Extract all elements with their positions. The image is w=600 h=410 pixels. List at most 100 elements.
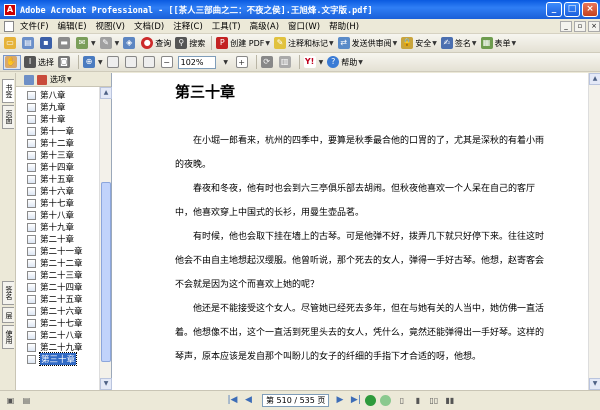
rotate-button[interactable]: ⟳ bbox=[260, 55, 276, 70]
tab-usage[interactable]: 使用 bbox=[2, 325, 14, 349]
single-page-layout-icon[interactable]: ▯ bbox=[395, 394, 408, 407]
document-view[interactable]: 第三十章 在小堀一郎看来，杭州的四季中，要算是秋季最合他的口胃的了，尤其是深秋的… bbox=[112, 73, 588, 390]
maximize-button[interactable]: □ bbox=[564, 2, 580, 17]
stop-button[interactable]: ● 查询 bbox=[140, 36, 172, 51]
zoom-level-field[interactable]: 102% bbox=[177, 55, 216, 69]
tab-pages[interactable]: 页面 bbox=[2, 105, 14, 129]
yahoo-button[interactable]: Y! ▼ bbox=[303, 55, 325, 70]
select-tool-button[interactable]: I 选择 bbox=[23, 55, 55, 70]
first-page-button[interactable]: |◀ bbox=[226, 394, 239, 407]
previous-page-button[interactable]: ◀ bbox=[242, 394, 255, 407]
hand-tool-button[interactable]: ✋ bbox=[3, 54, 21, 70]
continuous-facing-layout-icon[interactable]: ▮▮ bbox=[443, 394, 456, 407]
zoom-tool-button[interactable]: ⊕ ▼ bbox=[82, 55, 104, 70]
document-scrollbar[interactable]: ▲ ▼ bbox=[588, 73, 600, 390]
create-pdf-button[interactable]: P 创建 PDF ▼ bbox=[215, 36, 271, 51]
bookmark-page-icon bbox=[27, 198, 36, 208]
bookmark-item[interactable]: 第二十九章 bbox=[16, 341, 100, 353]
email-button[interactable]: ✉ ▼ bbox=[75, 36, 97, 51]
zoom-out-button[interactable]: − bbox=[160, 55, 176, 70]
menu-view[interactable]: 视图(V) bbox=[96, 20, 125, 32]
tab-signatures[interactable]: 签名 bbox=[2, 281, 14, 305]
scroll-up-arrow[interactable]: ▲ bbox=[100, 87, 112, 99]
bookmark-item[interactable]: 第十七章 bbox=[16, 197, 100, 209]
page-layout-button[interactable]: ▥ bbox=[278, 55, 294, 70]
print-button[interactable]: ▬ bbox=[57, 36, 73, 51]
bookmark-item[interactable]: 第二十四章 bbox=[16, 281, 100, 293]
bookmark-item[interactable]: 第十九章 bbox=[16, 221, 100, 233]
menu-file[interactable]: 文件(F) bbox=[20, 20, 49, 32]
zoom-in-button[interactable]: + bbox=[235, 55, 251, 70]
tab-bookmarks[interactable]: 书签 bbox=[2, 79, 14, 103]
continuous-layout-icon[interactable]: ▮ bbox=[411, 394, 424, 407]
menu-help[interactable]: 帮助(H) bbox=[329, 20, 359, 32]
bookmark-item[interactable]: 第二十三章 bbox=[16, 269, 100, 281]
menu-comments[interactable]: 注释(C) bbox=[173, 20, 203, 32]
open-button[interactable]: ▭ bbox=[3, 36, 19, 51]
minimize-button[interactable]: _ bbox=[546, 2, 562, 17]
menu-advanced[interactable]: 高级(A) bbox=[250, 20, 279, 32]
expand-icon[interactable]: ▤ bbox=[20, 394, 33, 407]
bookmark-item[interactable]: 第十五章 bbox=[16, 173, 100, 185]
secure-button[interactable]: ◈ bbox=[122, 36, 138, 51]
bookmark-label: 第十九章 bbox=[40, 223, 75, 233]
scroll-thumb[interactable] bbox=[101, 182, 111, 362]
bookmark-item[interactable]: 第三十章 bbox=[16, 352, 100, 366]
scroll-down-arrow[interactable]: ▼ bbox=[589, 378, 600, 390]
actual-size-button[interactable] bbox=[106, 55, 122, 70]
bookmark-item[interactable]: 第十二章 bbox=[16, 137, 100, 149]
help-button[interactable]: ? 帮助 ▼ bbox=[326, 55, 364, 70]
sign-pen-button[interactable]: ✎ ▼ bbox=[99, 36, 121, 51]
previous-view-icon[interactable] bbox=[365, 395, 377, 406]
bookmark-tools-icon[interactable] bbox=[24, 74, 34, 85]
security-button[interactable]: 🔒 安全 ▼ bbox=[400, 36, 438, 51]
menu-document[interactable]: 文档(D) bbox=[134, 20, 164, 32]
organizer-button[interactable]: ▤ bbox=[21, 36, 37, 51]
bookmark-options-button[interactable]: 选项 bbox=[50, 74, 66, 85]
bookmark-item[interactable]: 第十八章 bbox=[16, 209, 100, 221]
zoom-dropdown[interactable]: ▼ bbox=[218, 55, 233, 70]
tab-layers[interactable]: 层 bbox=[2, 307, 14, 323]
doc-close-button[interactable]: × bbox=[588, 20, 600, 32]
menu-tools[interactable]: 工具(T) bbox=[212, 20, 241, 32]
document-icon[interactable] bbox=[4, 20, 14, 32]
forms-button[interactable]: ▦ 表单 ▼ bbox=[480, 36, 518, 51]
page-number-field[interactable]: 第 510 / 535 页 bbox=[262, 394, 330, 407]
bookmark-item[interactable]: 第八章 bbox=[16, 89, 100, 101]
close-button[interactable]: × bbox=[582, 2, 598, 17]
bookmark-item[interactable]: 第二十章 bbox=[16, 233, 100, 245]
search-button[interactable]: ⚲ 搜索 bbox=[174, 36, 206, 51]
doc-minimize-button[interactable]: _ bbox=[560, 20, 572, 32]
fit-page-button[interactable] bbox=[124, 55, 140, 70]
page-thumbnail-icon[interactable]: ▣ bbox=[4, 394, 17, 407]
menu-edit[interactable]: 编辑(E) bbox=[58, 20, 87, 32]
bookmark-item[interactable]: 第十章 bbox=[16, 113, 100, 125]
scroll-down-arrow[interactable]: ▼ bbox=[100, 378, 112, 390]
save-button[interactable]: ▪ bbox=[39, 36, 55, 51]
fit-width-button[interactable] bbox=[142, 55, 158, 70]
bookmark-item[interactable]: 第九章 bbox=[16, 101, 100, 113]
send-review-button[interactable]: ⇄ 发送供审阅 ▼ bbox=[337, 36, 399, 51]
bookmarks-scrollbar[interactable]: ▲ ▼ bbox=[99, 87, 112, 390]
bookmark-item[interactable]: 第二十七章 bbox=[16, 317, 100, 329]
signature-button[interactable]: ✍ 签名 ▼ bbox=[440, 36, 478, 51]
scroll-up-arrow[interactable]: ▲ bbox=[589, 73, 600, 85]
bookmark-item[interactable]: 第二十一章 bbox=[16, 245, 100, 257]
menu-window[interactable]: 窗口(W) bbox=[288, 20, 320, 32]
next-page-button[interactable]: ▶ bbox=[333, 394, 346, 407]
review-button[interactable]: ✎ 注释和标记 ▼ bbox=[273, 36, 335, 51]
delete-bookmark-icon[interactable] bbox=[37, 74, 47, 85]
last-page-button[interactable]: ▶| bbox=[349, 394, 362, 407]
facing-layout-icon[interactable]: ▯▯ bbox=[427, 394, 440, 407]
bookmark-item[interactable]: 第二十六章 bbox=[16, 305, 100, 317]
snapshot-button[interactable]: ◙ bbox=[57, 55, 73, 70]
doc-restore-button[interactable]: ▫ bbox=[574, 20, 586, 32]
next-view-icon[interactable] bbox=[380, 395, 392, 406]
bookmark-item[interactable]: 第二十五章 bbox=[16, 293, 100, 305]
bookmark-item[interactable]: 第十六章 bbox=[16, 185, 100, 197]
bookmark-item[interactable]: 第十一章 bbox=[16, 125, 100, 137]
bookmark-item[interactable]: 第二十二章 bbox=[16, 257, 100, 269]
bookmark-item[interactable]: 第十四章 bbox=[16, 161, 100, 173]
bookmark-item[interactable]: 第二十八章 bbox=[16, 329, 100, 341]
bookmark-item[interactable]: 第十三章 bbox=[16, 149, 100, 161]
